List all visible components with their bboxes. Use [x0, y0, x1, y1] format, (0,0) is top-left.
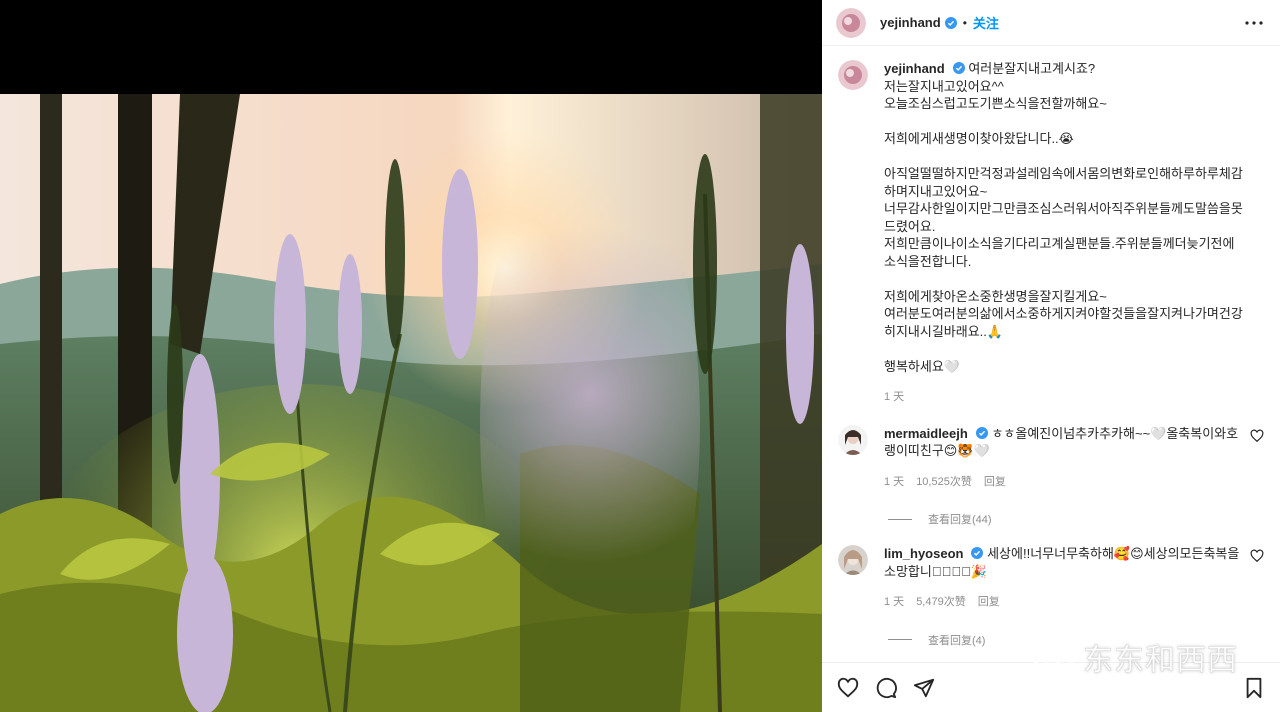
- post-detail-panel: yejinhand • 关注 yejinhand 여러분잘지내고계시죠? 저는잘…: [822, 0, 1280, 712]
- caption-text: 여러분잘지내고계시죠? 저는잘지내고있어요^^ 오늘조심스럽고도기쁜소식을전할까…: [884, 61, 1243, 374]
- comment-time[interactable]: 1 天: [884, 594, 904, 612]
- comment-avatar[interactable]: [838, 545, 868, 575]
- author-avatar[interactable]: [836, 7, 866, 38]
- comments-scroll-area[interactable]: yejinhand 여러분잘지내고계시죠? 저는잘지내고있어요^^ 오늘조심스럽…: [822, 46, 1280, 662]
- view-replies-line: [888, 518, 912, 520]
- comment-likes[interactable]: 5,479次赞: [916, 594, 966, 612]
- comment-like-heart-icon[interactable]: [1250, 429, 1264, 443]
- more-options-icon[interactable]: [1242, 11, 1266, 35]
- comment-like-heart-icon[interactable]: [1250, 549, 1264, 563]
- post-photo[interactable]: [0, 94, 822, 712]
- bookmark-icon[interactable]: [1242, 676, 1266, 700]
- caption-meta: 1 天: [884, 389, 1244, 407]
- verified-badge-icon: [975, 426, 988, 439]
- post-caption: yejinhand 여러분잘지내고계시죠? 저는잘지내고있어요^^ 오늘조심스럽…: [838, 60, 1264, 407]
- verified-badge-icon: [971, 547, 984, 559]
- comment-avatar[interactable]: [838, 424, 868, 455]
- author-username[interactable]: yejinhand: [880, 15, 941, 30]
- verified-badge-icon: [944, 16, 957, 29]
- view-replies-label: 查看回复(44): [928, 514, 992, 526]
- caption-time[interactable]: 1 天: [884, 389, 904, 407]
- view-replies-label: 查看回复(4): [928, 634, 986, 647]
- caption-avatar[interactable]: [838, 60, 868, 90]
- view-replies-line: [888, 639, 912, 640]
- paper-plane-icon[interactable]: [912, 676, 936, 700]
- post-header: yejinhand • 关注: [822, 0, 1280, 46]
- comment-meta: 1 天 10,525次赞 回复: [884, 474, 1244, 492]
- reply-button[interactable]: 回复: [984, 474, 1006, 492]
- comment-time[interactable]: 1 天: [884, 474, 904, 492]
- caption-body: yejinhand 여러분잘지내고계시죠? 저는잘지내고있어요^^ 오늘조심스럽…: [884, 60, 1264, 407]
- comment-username[interactable]: lim_hyoseon: [884, 546, 963, 561]
- watermark: 东东和西西: [1029, 635, 1238, 679]
- view-replies-button[interactable]: 查看回复(44): [888, 511, 1264, 527]
- comment-item: mermaidleejh ㅎㅎ올예진이넘추카추카해~~🤍올축복이와호랭이띠친구😊…: [838, 424, 1264, 492]
- comment-likes[interactable]: 10,525次赞: [916, 474, 972, 492]
- wechat-logo-icon: [1029, 638, 1074, 674]
- comment-meta: 1 天 5,479次赞 回复: [884, 594, 1244, 612]
- follow-button[interactable]: 关注: [973, 13, 999, 32]
- caption-username[interactable]: yejinhand: [884, 61, 945, 76]
- header-separator: •: [962, 15, 967, 30]
- comment-item: lim_hyoseon 세상에!!너무너무축하해🥰😊세상의모든축복을소망합니다🏻…: [838, 545, 1264, 612]
- verified-badge-icon: [952, 62, 965, 74]
- post-media-pane: [0, 0, 822, 712]
- watermark-text: 东东和西西: [1083, 644, 1238, 678]
- comment-body: lim_hyoseon 세상에!!너무너무축하해🥰😊세상의모든축복을소망합니다🏻…: [884, 545, 1264, 612]
- comment-icon[interactable]: [874, 676, 898, 700]
- heart-icon[interactable]: [836, 676, 860, 700]
- comment-body: mermaidleejh ㅎㅎ올예진이넘추카추카해~~🤍올축복이와호랭이띠친구😊…: [884, 425, 1264, 492]
- reply-button[interactable]: 回复: [978, 594, 1000, 612]
- comment-username[interactable]: mermaidleejh: [884, 426, 968, 441]
